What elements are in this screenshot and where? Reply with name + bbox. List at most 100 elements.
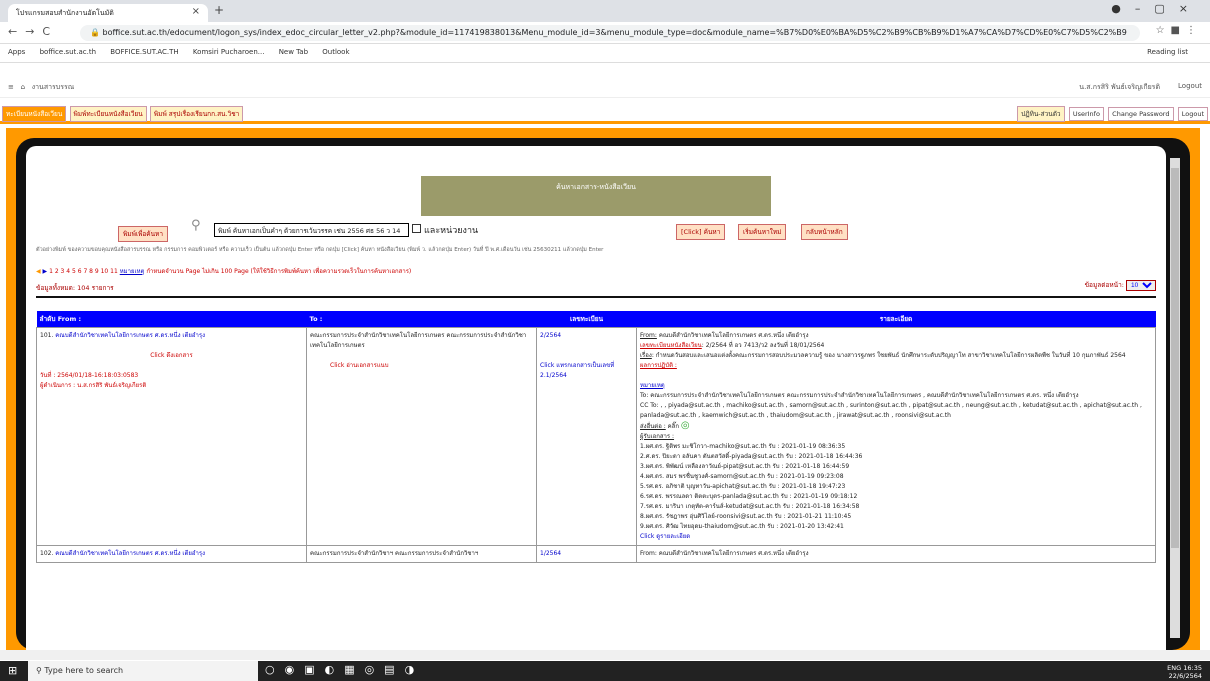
windows-start-icon[interactable]: ⊞ [8, 664, 17, 677]
receiver-item: 1.ผศ.ดร. ฐิติพร มะชิโกวา-machiko@sut.ac.… [640, 443, 846, 450]
print-search-button[interactable]: พิมพ์เพื่อค้นหา [118, 226, 168, 242]
pager-note: กำหนดจำนวน Page ไม่เกิน 100 Page (ให้ใช้… [146, 268, 412, 275]
content-border: ค้นหาเอกสาร-หนังสือเวียน พิมพ์เพื่อค้นหา… [16, 138, 1190, 650]
col-from: ลำดับ From : [36, 311, 307, 328]
row-operator: ผู้ดำเนินการ : น.ส.กรสิริ พันธ์เจริญเกีย… [40, 382, 147, 389]
department-checkbox[interactable] [412, 224, 421, 233]
detail-to: To: คณะกรรมการประจำสำนักวิชาเทคโนโลยีการ… [640, 392, 1079, 399]
to-cell: คณะกรรมการประจำสำนักวิชาเทคโนโลยีการเกษต… [306, 327, 537, 546]
forward-icon[interactable]: ◎ [681, 420, 690, 431]
detail-subject-label: เรื่อง [640, 352, 652, 359]
search-icon: ⚲ [191, 218, 201, 233]
detail-subject: : กำหนดวันสอบและเสนอแต่งตั้งคณะกรรมการสอ… [651, 352, 1126, 359]
search-hint: ตัวอย่างพิมพ์ ของความขอบคุณหนังสือสารบรร… [36, 247, 604, 253]
content-panel: ค้นหาเอกสาร-หนังสือเวียน พิมพ์เพื่อค้นหา… [26, 146, 1166, 650]
bookmark-outlook[interactable]: Outlook [322, 48, 349, 56]
reading-list[interactable]: Reading list [1147, 48, 1188, 56]
per-page-select[interactable]: 10 [1126, 280, 1156, 291]
receiver-item: 7.รศ.ดร. มารินา เกตุทัต-คาร์นส์-ketudat@… [640, 503, 860, 510]
document-table: ลำดับ From : To : เลขทะเบียน รายละเอียด … [36, 311, 1156, 563]
detail-more-link[interactable]: Click ดูรายละเอียด [640, 532, 1152, 542]
url-host: boffice.sut.ac.th [102, 28, 168, 37]
new-tab-icon[interactable]: + [214, 3, 224, 17]
bookmark-boffice-upper[interactable]: BOFFICE.SUT.AC.TH [110, 48, 178, 56]
divider [36, 296, 1156, 298]
browser-tab[interactable]: โปรแกรมสอบสำนักงานอัตโนมัติ × [8, 4, 208, 22]
pager: ◀ ▶ 1 2 3 4 5 6 7 8 9 10 11 หมายเหตุ กำห… [36, 266, 411, 276]
breadcrumb: งานสารบรรณ [31, 83, 75, 91]
user-name: น.ส.กรสิริ พันธ์เจริญเกียรติ [1079, 83, 1160, 91]
tray-date[interactable]: 22/6/2564 [1169, 672, 1202, 680]
taskbar-apps-icon[interactable]: ○◉▣◐▦◎▤◑ [265, 663, 424, 676]
reg-number[interactable]: 2/2564 [540, 331, 633, 341]
insert-doc-link[interactable]: Click แทรกเอกสารเป็นเลขที่ 2.1/2564 [540, 361, 633, 381]
department-checkbox-label: และหน่วยงาน [424, 226, 479, 236]
page-links[interactable]: 1 2 3 4 5 6 7 8 9 10 11 [49, 268, 118, 275]
receivers-label: ผู้รับเอกสาร : [640, 433, 675, 440]
from-cell: 102. คณบดีสำนักวิชาเทคโนโลยีการเกษตร ศ.ด… [36, 545, 307, 563]
detail-action-label[interactable]: ผลการปฏิบัติ : [640, 361, 1152, 371]
from-name: คณบดีสำนักวิชาเทคโนโลยีการเกษตร ศ.ดร.หนึ… [55, 332, 206, 339]
read-attachment-link[interactable]: Click อ่านเอกสารแนบ [310, 361, 533, 371]
calendar-button[interactable]: ปฏิทิน-ส่วนตัว [1017, 106, 1065, 122]
receiver-item: 3.ผศ.ดร. พิพัฒน์ เหลืองลาวัณย์-pipat@sut… [640, 463, 850, 470]
detail-send-click[interactable]: คลิ๊ก [668, 423, 679, 430]
col-to: To : [306, 311, 537, 328]
bookmark-komsiri[interactable]: Komsiri Pucharoen... [193, 48, 265, 56]
system-tray: ENG 16:35 22/6/2564 [1167, 664, 1202, 680]
logout-link[interactable]: Logout [1178, 82, 1202, 90]
tray-lang[interactable]: ENG [1167, 664, 1181, 672]
prev-icon[interactable]: ◀ [36, 268, 41, 275]
detail-reg-label: เลขทะเบียนหนังสือเวียน [640, 342, 702, 349]
receiver-item: 4.ผศ.ดร. สมร พรชื่นชูวงศ์-samorn@sut.ac.… [640, 473, 844, 480]
content-frame: ค้นหาเอกสาร-หนังสือเวียน พิมพ์เพื่อค้นหา… [6, 128, 1200, 650]
taskbar-search[interactable]: ⚲ Type here to search [28, 661, 258, 681]
pager-note-label: หมายเหตุ [119, 268, 145, 275]
tray-time[interactable]: 16:35 [1183, 664, 1202, 672]
menu-icon[interactable]: ≡ [8, 83, 14, 91]
search-button[interactable]: [Click] ค้นหา [676, 224, 726, 240]
reset-search-button[interactable]: เริ่มค้นหาใหม่ [738, 224, 787, 240]
detail-from: From: คณบดีสำนักวิชาเทคโนโลยีการเกษตร ศ.… [636, 545, 1156, 563]
reg-number[interactable]: 1/2564 [536, 545, 637, 563]
receiver-item: 5.รศ.ดร. อภิชาติ บุญทาวัน-apichat@sut.ac… [640, 483, 846, 490]
from-name: คณบดีสำนักวิชาเทคโนโลยีการเกษตร ศ.ดร.หนึ… [55, 550, 206, 557]
url-field[interactable]: 🔒 boffice.sut.ac.th/edocument/logon_sys/… [80, 25, 1140, 41]
receiver-item: 6.รศ.ดร. พรรณลดา ติตตะบุตร-panlada@sut.a… [640, 493, 858, 500]
receiver-item: 9.ผศ.ดร. ศิวัฒ ไทยอุดม-thaiudom@sut.ac.t… [640, 523, 844, 530]
search-title-box: ค้นหาเอกสาร-หนังสือเวียน [421, 176, 771, 216]
next-icon[interactable]: ▶ [43, 268, 48, 275]
menu-right: ปฏิทิน-ส่วนตัว UserInfo Change Password … [1015, 106, 1208, 122]
window-controls[interactable]: ●–▢× [1111, 2, 1202, 15]
menu-print-register[interactable]: พิมพ์ทะเบียนหนังสือเวียน [69, 106, 147, 122]
open-doc-link[interactable]: Click ดึงเอกสาร [40, 351, 303, 361]
nav-buttons-icon[interactable]: ←→C [8, 25, 58, 38]
home-icon[interactable]: ⌂ [21, 83, 25, 91]
receiver-item: 2.ศ.ดร. ปิยะดา อลันคา ตันตสวัสดิ์-piyada… [640, 453, 863, 460]
home-button[interactable]: กลับหน้าหลัก [801, 224, 848, 240]
bookmark-apps[interactable]: Apps [8, 48, 25, 56]
search-title: ค้นหาเอกสาร-หนังสือเวียน [556, 183, 636, 191]
bookmark-newtab[interactable]: New Tab [279, 48, 308, 56]
table-row: 101. คณบดีสำนักวิชาเทคโนโลยีการเกษตร ศ.ด… [36, 327, 1156, 546]
table-header: ลำดับ From : To : เลขทะเบียน รายละเอียด [36, 311, 1156, 328]
table-row: 102. คณบดีสำนักวิชาเทคโนโลยีการเกษตร ศ.ด… [36, 545, 1156, 563]
search-input[interactable]: พิมพ์ ค้นหาเอกเป็นคำๆ ด้วยการเว้นวรรค เช… [214, 223, 409, 237]
change-password-button[interactable]: Change Password [1108, 107, 1174, 121]
close-icon[interactable]: × [192, 6, 200, 17]
to-cell: คณะกรรมการประจำสำนักวิชาฯ คณะกรรมการประจ… [306, 545, 537, 563]
userinfo-button[interactable]: UserInfo [1068, 107, 1104, 121]
scrollbar-thumb[interactable] [1171, 168, 1179, 548]
browser-actions-icon[interactable]: ☆■⋮ [1156, 25, 1202, 36]
row-number: 102. [40, 550, 54, 557]
menu-circular-register[interactable]: ทะเบียนหนังสือเวียน [2, 106, 67, 122]
detail-reg: : 2/2564 ที่ อว 7413/ว2 ลงวันที่ 18/01/2… [701, 342, 825, 349]
logout-button[interactable]: Logout [1177, 107, 1208, 121]
horizontal-scrollbar[interactable] [0, 650, 1210, 660]
bookmark-boffice[interactable]: boffice.sut.ac.th [40, 48, 96, 56]
bookmarks-bar: Apps boffice.sut.ac.th BOFFICE.SUT.AC.TH… [0, 45, 1210, 63]
receiver-item: 8.ผศ.ดร. รัชฎาพร อุ่นศิวิไลย์-roonsivi@s… [640, 513, 852, 520]
col-detail: รายละเอียด [636, 311, 1156, 328]
detail-cc: CC To: , , piyada@sut.ac.th , machiko@su… [640, 402, 1142, 419]
menu-print-summary[interactable]: พิมพ์ สรุปเรื่องเรียนกก.สน.วิชา [149, 106, 244, 122]
